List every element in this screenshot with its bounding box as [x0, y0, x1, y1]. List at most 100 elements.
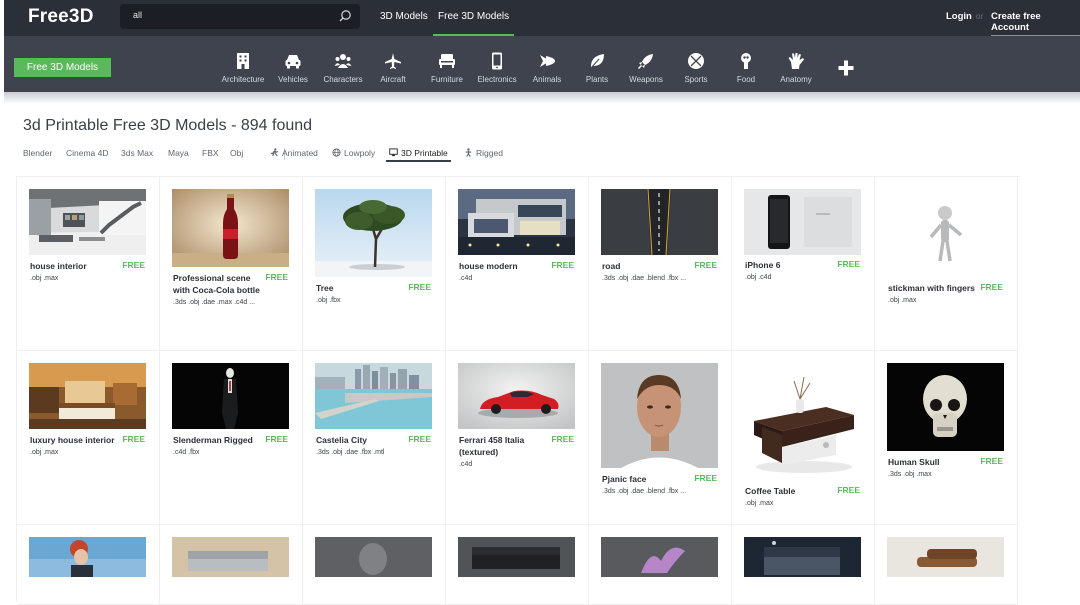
model-name[interactable]: stickman with fingers — [888, 282, 988, 294]
free-badge: FREE — [980, 456, 1003, 466]
thumb-human-skull[interactable] — [887, 363, 1004, 451]
free-badge: FREE — [408, 434, 431, 444]
filter-animated-label: Animated — [282, 148, 318, 158]
model-card[interactable]: luxury house interior FREE .obj .max — [17, 351, 160, 525]
thumb-slenderman[interactable] — [172, 363, 289, 429]
free-badge: FREE — [122, 260, 145, 270]
free-3d-models-button[interactable]: Free 3D Models — [14, 58, 111, 77]
search-icon[interactable] — [338, 9, 352, 23]
model-card[interactable]: Castelia City FREE .3ds .obj .dae .fbx .… — [303, 351, 446, 525]
search-box[interactable]: all — [120, 4, 360, 29]
category-label: Weapons — [629, 75, 663, 84]
filter-obj[interactable]: Obj — [230, 148, 243, 158]
free-badge: FREE — [122, 434, 145, 444]
thumb-coca-cola-bottle[interactable] — [172, 189, 289, 267]
filter-3ds-max[interactable]: 3ds Max — [121, 148, 153, 158]
model-name[interactable]: road — [602, 260, 690, 272]
model-formats: .obj .fbx — [316, 297, 341, 304]
category-label: Anatomy — [780, 75, 812, 84]
filter-3d-printable[interactable]: 3D Printable — [386, 148, 451, 162]
filter-cinema-4d[interactable]: Cinema 4D — [66, 148, 109, 158]
or-text: or — [976, 12, 984, 21]
model-card[interactable] — [160, 525, 303, 605]
model-name[interactable]: Coffee Table — [745, 485, 833, 497]
model-card[interactable]: Coffee Table FREE .obj .max — [732, 351, 875, 525]
model-name[interactable]: Ferrari 458 Italia (textured) — [459, 434, 551, 458]
model-name[interactable]: Castelia City — [316, 434, 404, 446]
thumb-castelia-city[interactable] — [315, 363, 432, 429]
thumb-model-21[interactable] — [887, 537, 1004, 577]
page-title: 3d Printable Free 3D Models - 894 found — [23, 117, 312, 135]
thumb-iphone-6[interactable] — [744, 189, 861, 255]
category-label: Sports — [684, 75, 708, 84]
model-name[interactable]: luxury house interior — [30, 434, 130, 446]
thumb-house-interior[interactable] — [29, 189, 146, 255]
model-card[interactable] — [303, 525, 446, 605]
thumb-model-20[interactable] — [744, 537, 861, 577]
model-card[interactable] — [732, 525, 875, 605]
thumb-house-modern[interactable] — [458, 189, 575, 255]
airplane-icon — [385, 53, 401, 69]
thumb-stickman[interactable] — [887, 189, 1004, 277]
thumb-pjanic-face[interactable] — [601, 363, 718, 468]
model-card[interactable]: Pjanic face FREE .3ds .obj .dae .blend .… — [589, 351, 732, 525]
tab-3d-models[interactable]: 3D Models — [380, 11, 428, 22]
model-card[interactable]: house interior FREE .obj .max — [17, 177, 160, 351]
filter-lowpoly[interactable]: Lowpoly — [332, 148, 375, 158]
model-name[interactable]: house modern — [459, 260, 547, 272]
thumb-model-19[interactable] — [601, 537, 718, 577]
thumb-luxury-house-interior[interactable] — [29, 363, 146, 429]
thumb-coffee-table[interactable] — [744, 363, 861, 480]
filter-fbx[interactable]: FBX — [202, 148, 219, 158]
model-card[interactable]: Professional scene with Coca-Cola bottle… — [160, 177, 303, 351]
model-card[interactable]: stickman with fingers FREE .obj .max — [875, 177, 1018, 351]
model-formats: .3ds .obj .dae .blend .fbx ... — [602, 275, 687, 282]
search-input[interactable]: all — [133, 10, 142, 20]
model-name[interactable]: iPhone 6 — [745, 259, 833, 271]
filter-rigged[interactable]: Rigged — [464, 148, 503, 158]
free-badge: FREE — [551, 434, 574, 444]
plus-icon[interactable] — [837, 59, 855, 77]
model-name[interactable]: Pjanic face — [602, 473, 690, 485]
category-aircraft[interactable]: Aircraft — [363, 52, 423, 84]
filter-maya[interactable]: Maya — [168, 148, 189, 158]
thumb-model-18[interactable] — [458, 537, 575, 577]
create-account-link[interactable]: Create free Account — [991, 11, 1080, 36]
model-card[interactable] — [589, 525, 732, 605]
site-logo[interactable]: Free3D — [28, 6, 94, 28]
thumb-ferrari-458[interactable] — [458, 363, 575, 429]
model-grid: house interior FREE .obj .max Profession… — [16, 176, 1020, 605]
filter-lowpoly-label: Lowpoly — [344, 148, 376, 158]
login-link[interactable]: Login — [946, 11, 972, 22]
model-name[interactable]: Professional scene with Coca-Cola bottle — [173, 272, 261, 296]
thumb-model-16[interactable] — [172, 537, 289, 577]
model-card[interactable]: house modern FREE .c4d — [446, 177, 589, 351]
filter-animated[interactable]: Animated — [270, 148, 318, 158]
model-card[interactable]: Tree FREE .obj .fbx — [303, 177, 446, 351]
model-name[interactable]: Tree — [316, 282, 404, 294]
model-name[interactable]: Human Skull — [888, 456, 976, 468]
model-formats: .c4d — [459, 461, 473, 468]
category-label: Electronics — [477, 75, 517, 84]
model-card[interactable] — [446, 525, 589, 605]
category-label: Food — [736, 75, 756, 84]
model-card[interactable]: Ferrari 458 Italia (textured) FREE .c4d — [446, 351, 589, 525]
model-card[interactable]: iPhone 6 FREE .obj .c4d — [732, 177, 875, 351]
free-badge: FREE — [837, 485, 860, 495]
model-card[interactable]: road FREE .3ds .obj .dae .blend .fbx ... — [589, 177, 732, 351]
thumb-tree[interactable] — [315, 189, 432, 277]
model-card[interactable]: Human Skull FREE .3ds .obj .max — [875, 351, 1018, 525]
thumb-model-17[interactable] — [315, 537, 432, 577]
category-anatomy[interactable]: Anatomy — [766, 52, 826, 84]
thumb-road[interactable] — [601, 189, 718, 255]
model-card[interactable]: Slenderman Rigged FREE .c4d .fbx — [160, 351, 303, 525]
free-badge: FREE — [551, 260, 574, 270]
model-name[interactable]: Slenderman Rigged — [173, 434, 273, 446]
ball-icon — [688, 53, 704, 69]
filter-blender[interactable]: Blender — [23, 148, 52, 158]
model-name[interactable]: house interior — [30, 260, 118, 272]
model-card[interactable] — [17, 525, 160, 605]
thumb-model-15[interactable] — [29, 537, 146, 577]
model-card[interactable] — [875, 525, 1018, 605]
tab-free-3d-models[interactable]: Free 3D Models — [432, 11, 515, 36]
